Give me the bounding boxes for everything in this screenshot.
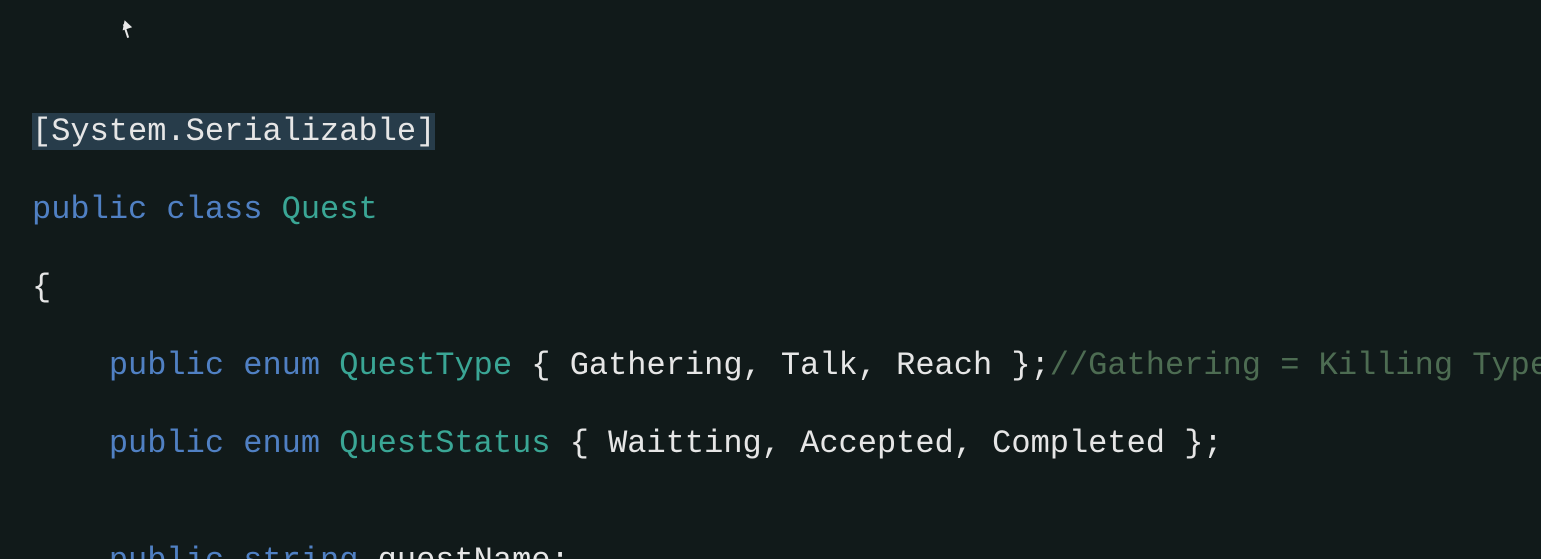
code-line: public enum QuestStatus { Waitting, Acce… [32,424,1541,463]
tok-field: questName; [358,542,569,559]
code-line: public class Quest [32,190,1541,229]
code-line: public enum QuestType { Gathering, Talk,… [32,346,1541,385]
tok-keyword: enum [243,347,320,384]
tok-keyword: public [109,425,224,462]
code-line: { [32,268,1541,307]
tok-body: { Waitting, Accepted, Completed }; [550,425,1222,462]
tok-bracket: ] [416,113,435,150]
tok-enum-name: QuestType [339,347,512,384]
tok-class-name: Quest [282,191,378,228]
tok-keyword: public [32,191,147,228]
tok-brace: { [32,269,51,306]
tok-comment: //Gathering = Killing Type [1050,347,1541,384]
tok-keyword: enum [243,425,320,462]
tok-body: { Gathering, Talk, Reach }; [512,347,1050,384]
tok-bracket: [ [32,113,51,150]
tok-enum-name: QuestStatus [339,425,550,462]
tok-keyword: public [109,347,224,384]
code-line: [System.Serializable] [32,112,1541,151]
tok-type-keyword: string [243,542,358,559]
tok-keyword: public [109,542,224,559]
tok-keyword: class [166,191,262,228]
mouse-cursor-icon [122,22,138,44]
tok-namespace: System [51,113,166,150]
tok-attr: Serializable [186,113,416,150]
code-editor[interactable]: [System.Serializable] public class Quest… [0,0,1541,559]
tok-dot: . [166,113,185,150]
code-line: public string questName; [32,541,1541,559]
